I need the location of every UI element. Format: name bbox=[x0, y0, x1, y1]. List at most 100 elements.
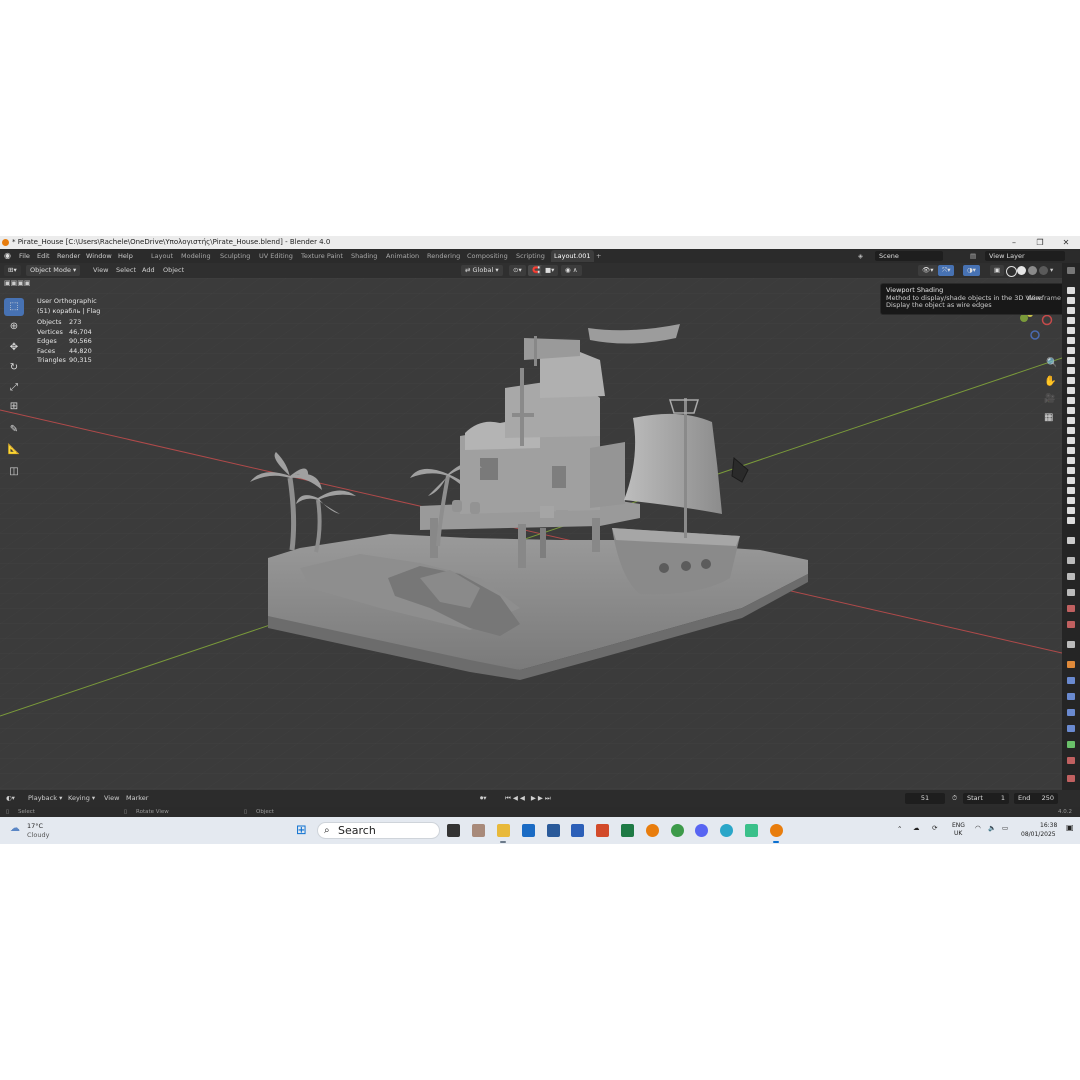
wireframe-shading-icon[interactable] bbox=[1006, 266, 1017, 277]
tab-shading[interactable]: Shading bbox=[348, 250, 380, 262]
output-properties-icon[interactable] bbox=[1067, 573, 1075, 580]
blender-running-icon[interactable] bbox=[770, 824, 783, 837]
taskbar-search-box[interactable]: ⌕ Search bbox=[317, 822, 440, 839]
edge-icon[interactable] bbox=[720, 824, 733, 837]
chrome-icon[interactable] bbox=[671, 824, 684, 837]
weather-temperature[interactable]: 17°C bbox=[27, 822, 43, 830]
blender-app-icon[interactable] bbox=[646, 824, 659, 837]
camera-icon[interactable] bbox=[1067, 417, 1075, 424]
network-tray-icon[interactable]: ☁ bbox=[913, 824, 920, 832]
proportional-edit-icon[interactable]: ◉ ∧ bbox=[561, 265, 582, 276]
tab-layout-001[interactable]: Layout.001 bbox=[551, 250, 594, 262]
tab-animation[interactable]: Animation bbox=[383, 250, 422, 262]
scale-tool-icon[interactable]: ⤢ bbox=[4, 379, 24, 397]
playback-controls-icon[interactable]: ⏮◀◀ ▶▶⏭ bbox=[505, 790, 553, 807]
rendered-shading-icon[interactable] bbox=[1039, 266, 1048, 275]
tab-uv-editing[interactable]: UV Editing bbox=[256, 250, 296, 262]
constraints-properties-icon[interactable] bbox=[1067, 725, 1075, 732]
menu-edit[interactable]: Edit bbox=[37, 249, 50, 263]
task-view-icon[interactable] bbox=[447, 824, 460, 837]
camera-icon[interactable] bbox=[1067, 337, 1075, 344]
camera-icon[interactable] bbox=[1067, 357, 1075, 364]
move-tool-icon[interactable]: ✥ bbox=[4, 339, 24, 357]
discord-icon[interactable] bbox=[695, 824, 708, 837]
camera-icon[interactable] bbox=[1067, 287, 1075, 294]
camera-icon[interactable] bbox=[1067, 317, 1075, 324]
timeline-menu-playback[interactable]: Playback ▾ bbox=[28, 790, 62, 807]
editor-type-icon[interactable]: ⊞▾ bbox=[4, 265, 21, 276]
view-layer-icon[interactable]: ▤ bbox=[970, 249, 976, 263]
visibility-icon[interactable]: 👁▾ bbox=[918, 265, 938, 276]
collection-properties-icon[interactable] bbox=[1067, 641, 1075, 648]
overlay-icon[interactable]: ◑▾ bbox=[963, 265, 980, 276]
timeline-editor-icon[interactable]: ◐▾ bbox=[6, 790, 15, 807]
camera-icon[interactable] bbox=[1067, 467, 1075, 474]
menu-file[interactable]: File bbox=[19, 249, 30, 263]
camera-icon[interactable] bbox=[1067, 377, 1075, 384]
texture-properties-icon[interactable] bbox=[1067, 775, 1075, 782]
camera-icon[interactable] bbox=[1067, 397, 1075, 404]
add-cube-tool-icon[interactable]: ◫ bbox=[4, 463, 24, 481]
camera-icon[interactable] bbox=[1067, 457, 1075, 464]
camera-icon[interactable] bbox=[1067, 517, 1075, 524]
menu-view[interactable]: View bbox=[93, 263, 108, 278]
menu-select[interactable]: Select bbox=[116, 263, 136, 278]
powerpoint-icon[interactable] bbox=[596, 824, 609, 837]
camera-icon[interactable] bbox=[1067, 507, 1075, 514]
3d-viewport[interactable]: User Orthographic (51) корабль | Flag Ob… bbox=[0, 278, 1062, 790]
camera-icon[interactable] bbox=[1067, 327, 1075, 334]
word-icon[interactable] bbox=[571, 824, 584, 837]
pivot-icon[interactable]: ⊙▾ bbox=[509, 265, 526, 276]
tab-rendering[interactable]: Rendering bbox=[424, 250, 463, 262]
menu-object[interactable]: Object bbox=[163, 263, 184, 278]
material-properties-icon[interactable] bbox=[1067, 757, 1075, 764]
menu-window[interactable]: Window bbox=[86, 249, 112, 263]
measure-tool-icon[interactable]: 📐 bbox=[4, 441, 24, 459]
menu-help[interactable]: Help bbox=[118, 249, 133, 263]
xray-icon[interactable]: ▣ bbox=[990, 265, 1005, 276]
rotate-tool-icon[interactable]: ↻ bbox=[4, 359, 24, 377]
tray-expand-icon[interactable]: ⌃ bbox=[897, 825, 902, 833]
tab-compositing[interactable]: Compositing bbox=[464, 250, 511, 262]
mode-selector[interactable]: Object Mode ▾ bbox=[26, 265, 81, 276]
scene-icon[interactable]: ◈ bbox=[858, 249, 863, 263]
transform-tool-icon[interactable]: ⊞ bbox=[4, 398, 24, 416]
physics-properties-icon[interactable] bbox=[1067, 709, 1075, 716]
file-explorer-icon[interactable] bbox=[497, 824, 510, 837]
add-workspace-icon[interactable]: + bbox=[596, 249, 601, 263]
menu-render[interactable]: Render bbox=[57, 249, 80, 263]
close-button[interactable]: ✕ bbox=[1053, 236, 1079, 249]
end-frame-field[interactable]: End 250 bbox=[1014, 793, 1058, 804]
tab-modeling[interactable]: Modeling bbox=[178, 250, 214, 262]
menu-add[interactable]: Add bbox=[142, 263, 155, 278]
camera-icon[interactable] bbox=[1067, 437, 1075, 444]
camera-icon[interactable] bbox=[1067, 347, 1075, 354]
timeline-menu-marker[interactable]: Marker bbox=[126, 790, 148, 807]
battery-icon[interactable]: ▭ bbox=[1002, 824, 1008, 832]
solid-shading-icon[interactable] bbox=[1017, 266, 1026, 275]
particles-properties-icon[interactable] bbox=[1067, 693, 1075, 700]
current-frame-field[interactable]: 51 bbox=[905, 793, 945, 804]
outlook-icon[interactable] bbox=[522, 824, 535, 837]
outliner-filter-icon[interactable] bbox=[1067, 267, 1075, 274]
transform-orientation[interactable]: ⇄ Global ▾ bbox=[461, 265, 503, 276]
volume-icon[interactable]: 🔈 bbox=[988, 824, 996, 832]
view-layer-field[interactable]: View Layer bbox=[985, 251, 1065, 261]
weather-cloud-icon[interactable]: ☁ bbox=[10, 823, 20, 834]
tg-app-icon[interactable] bbox=[745, 824, 758, 837]
widgets-app-icon[interactable] bbox=[472, 824, 485, 837]
camera-icon[interactable] bbox=[1067, 307, 1075, 314]
store-icon[interactable] bbox=[547, 824, 560, 837]
ortho-grid-icon[interactable]: ▦ bbox=[1044, 412, 1053, 423]
select-box-tool-icon[interactable]: ⬚ bbox=[4, 298, 24, 316]
modifier-properties-icon[interactable] bbox=[1067, 677, 1075, 684]
notifications-icon[interactable]: ▣ bbox=[1066, 823, 1074, 832]
tab-scripting[interactable]: Scripting bbox=[513, 250, 548, 262]
snap-target-icon[interactable]: ■▾ bbox=[541, 265, 559, 276]
render-properties-icon[interactable] bbox=[1067, 557, 1075, 564]
world-properties-icon[interactable] bbox=[1067, 621, 1075, 628]
cursor-tool-icon[interactable]: ⊕ bbox=[4, 318, 24, 336]
windows-start-icon[interactable]: ⊞ bbox=[296, 823, 307, 838]
camera-icon[interactable] bbox=[1067, 367, 1075, 374]
camera-icon[interactable] bbox=[1067, 447, 1075, 454]
